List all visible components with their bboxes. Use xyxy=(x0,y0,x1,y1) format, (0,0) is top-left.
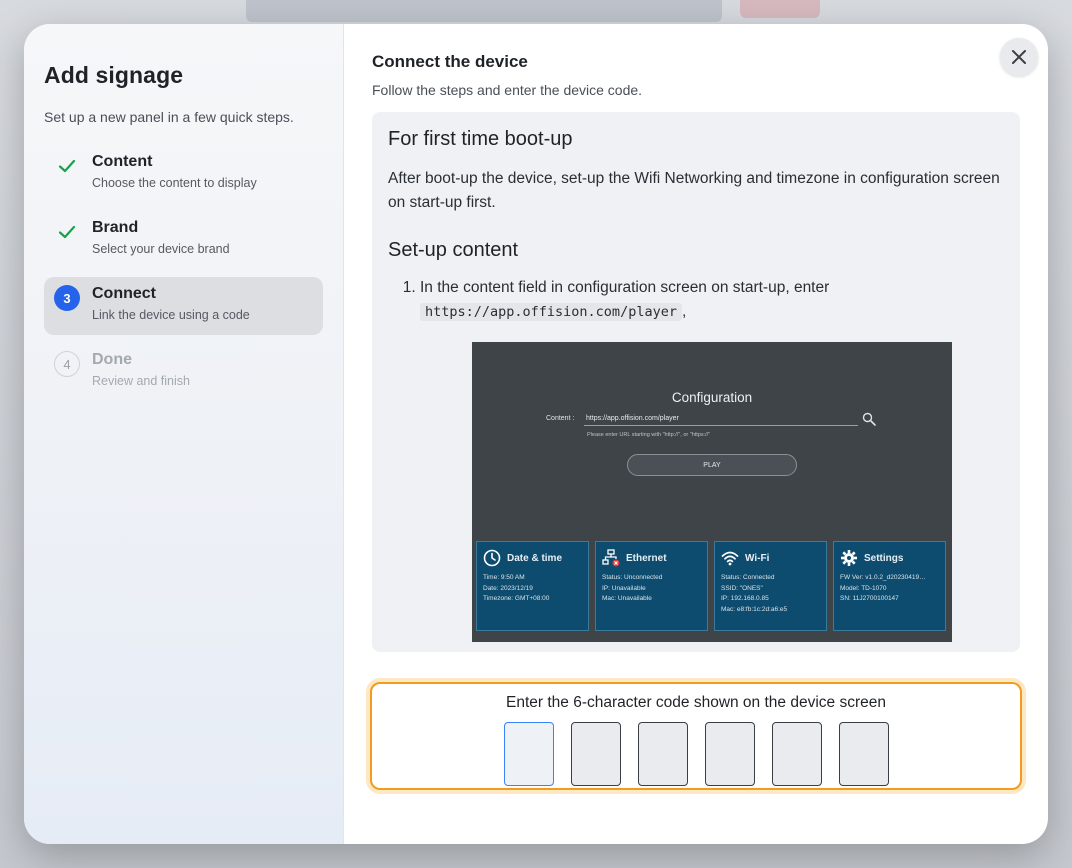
step-number-marker: 3 xyxy=(54,285,80,311)
gear-icon xyxy=(841,550,857,566)
search-icon xyxy=(862,412,876,426)
wizard-main: Connect the device Follow the steps and … xyxy=(344,24,1048,844)
backdrop-button xyxy=(740,0,820,18)
config-content-field: https://app.offision.com/player xyxy=(584,414,858,426)
step-number-badge: 3 xyxy=(54,285,80,311)
tile-title: Wi-Fi xyxy=(745,552,770,564)
tile-line: Model: TD-1070 xyxy=(840,584,887,592)
tile-line: Date: 2023/12/19 xyxy=(483,584,533,592)
tile-date-time: Date & time Time: 9:50 AM Date: 2023/12/… xyxy=(476,541,589,631)
backdrop-search-bar xyxy=(246,0,722,22)
guide-step-text: In the content field in configuration sc… xyxy=(420,279,830,296)
config-title: Configuration xyxy=(671,390,753,405)
step-description: Review and finish xyxy=(92,374,190,388)
tile-line: SN: 11J2700100147 xyxy=(840,595,899,602)
tile-line: Mac: Unavailable xyxy=(602,595,652,602)
step-description: Choose the content to display xyxy=(92,176,257,190)
tile-ethernet: Ethernet Status: Unconnected IP: Unavail… xyxy=(595,541,708,631)
code-digit-6[interactable] xyxy=(838,722,889,786)
step-label: Done xyxy=(92,351,132,368)
player-url-code: https://app.offision.com/player xyxy=(420,303,682,321)
guide-step-suffix: , xyxy=(681,303,687,320)
step-description: Link the device using a code xyxy=(92,308,250,322)
step-label: Brand xyxy=(92,219,139,236)
step-brand[interactable]: Brand Select your device brand xyxy=(44,211,323,269)
tile-line: IP: 192.168.0.85 xyxy=(721,595,769,602)
config-play-button: PLAY xyxy=(627,454,797,476)
step-connect[interactable]: 3 Connect Link the device using a code xyxy=(44,277,323,335)
close-button[interactable] xyxy=(1000,38,1038,76)
tile-title: Settings xyxy=(864,552,904,564)
step-done: 4 Done Review and finish xyxy=(44,343,323,401)
guide-step: In the content field in configuration sc… xyxy=(420,276,1004,324)
step-description: Select your device brand xyxy=(92,242,230,256)
modal-subtitle: Set up a new panel in a few quick steps. xyxy=(44,109,294,125)
config-content-label: Content : xyxy=(546,415,575,422)
section-subtitle: Follow the steps and enter the device co… xyxy=(372,82,643,98)
tile-line: IP: Unavailable xyxy=(602,584,646,592)
device-code-entry: Enter the 6-character code shown on the … xyxy=(370,682,1022,790)
tile-line: Time: 9:50 AM xyxy=(483,574,525,581)
device-config-screenshot: Configuration Content : https://app.offi… xyxy=(472,342,952,642)
clock-icon xyxy=(483,549,501,567)
code-digit-1[interactable] xyxy=(503,722,554,786)
guide-heading-boot: For first time boot-up xyxy=(388,128,573,150)
step-number-marker: 4 xyxy=(54,351,80,377)
setup-guide: For first time boot-up After boot-up the… xyxy=(372,112,1020,652)
wifi-icon xyxy=(721,551,739,566)
code-digit-4[interactable] xyxy=(704,722,755,786)
guide-steps-list: In the content field in configuration sc… xyxy=(388,276,1004,324)
tile-line: Status: Connected xyxy=(721,574,775,581)
code-digit-2[interactable] xyxy=(570,722,621,786)
step-label: Content xyxy=(92,153,153,170)
step-content[interactable]: Content Choose the content to display xyxy=(44,145,323,203)
step-label: Connect xyxy=(92,285,156,302)
close-icon xyxy=(1012,50,1026,64)
tile-line: SSID: "ONES" xyxy=(721,584,763,592)
tile-line: Mac: e8:fb:1c:2d:a6:e5 xyxy=(721,605,788,613)
tile-line: FW Ver: v1.0.2_d20230419… xyxy=(840,574,926,581)
guide-heading-content: Set-up content xyxy=(388,239,519,261)
ethernet-icon xyxy=(602,549,620,567)
config-tiles: Date & time Time: 9:50 AM Date: 2023/12/… xyxy=(476,541,946,631)
step-number-badge: 4 xyxy=(54,351,80,377)
code-input-group xyxy=(372,722,1020,786)
tile-wifi: Wi-Fi Status: Connected SSID: "ONES" IP:… xyxy=(714,541,827,631)
check-icon xyxy=(54,153,80,179)
config-hint: Please enter URL starting with "http://"… xyxy=(587,432,711,438)
section-title: Connect the device xyxy=(372,52,528,71)
guide-paragraph: After boot-up the device, set-up the Wif… xyxy=(388,170,1000,211)
wizard-steps: Content Choose the content to display Br… xyxy=(44,145,323,401)
tile-title: Date & time xyxy=(507,552,563,564)
tile-title: Ethernet xyxy=(626,552,667,564)
add-signage-modal: Add signage Set up a new panel in a few … xyxy=(24,24,1048,844)
tile-line: Status: Unconnected xyxy=(602,574,663,581)
wizard-sidebar: Add signage Set up a new panel in a few … xyxy=(24,24,344,844)
code-digit-3[interactable] xyxy=(637,722,688,786)
modal-title: Add signage xyxy=(44,62,184,88)
tile-settings: Settings FW Ver: v1.0.2_d20230419… Model… xyxy=(833,541,946,631)
check-icon xyxy=(54,219,80,245)
code-digit-5[interactable] xyxy=(771,722,822,786)
tile-line: Timezone: GMT+08:00 xyxy=(483,595,550,602)
code-entry-label: Enter the 6-character code shown on the … xyxy=(506,694,886,711)
